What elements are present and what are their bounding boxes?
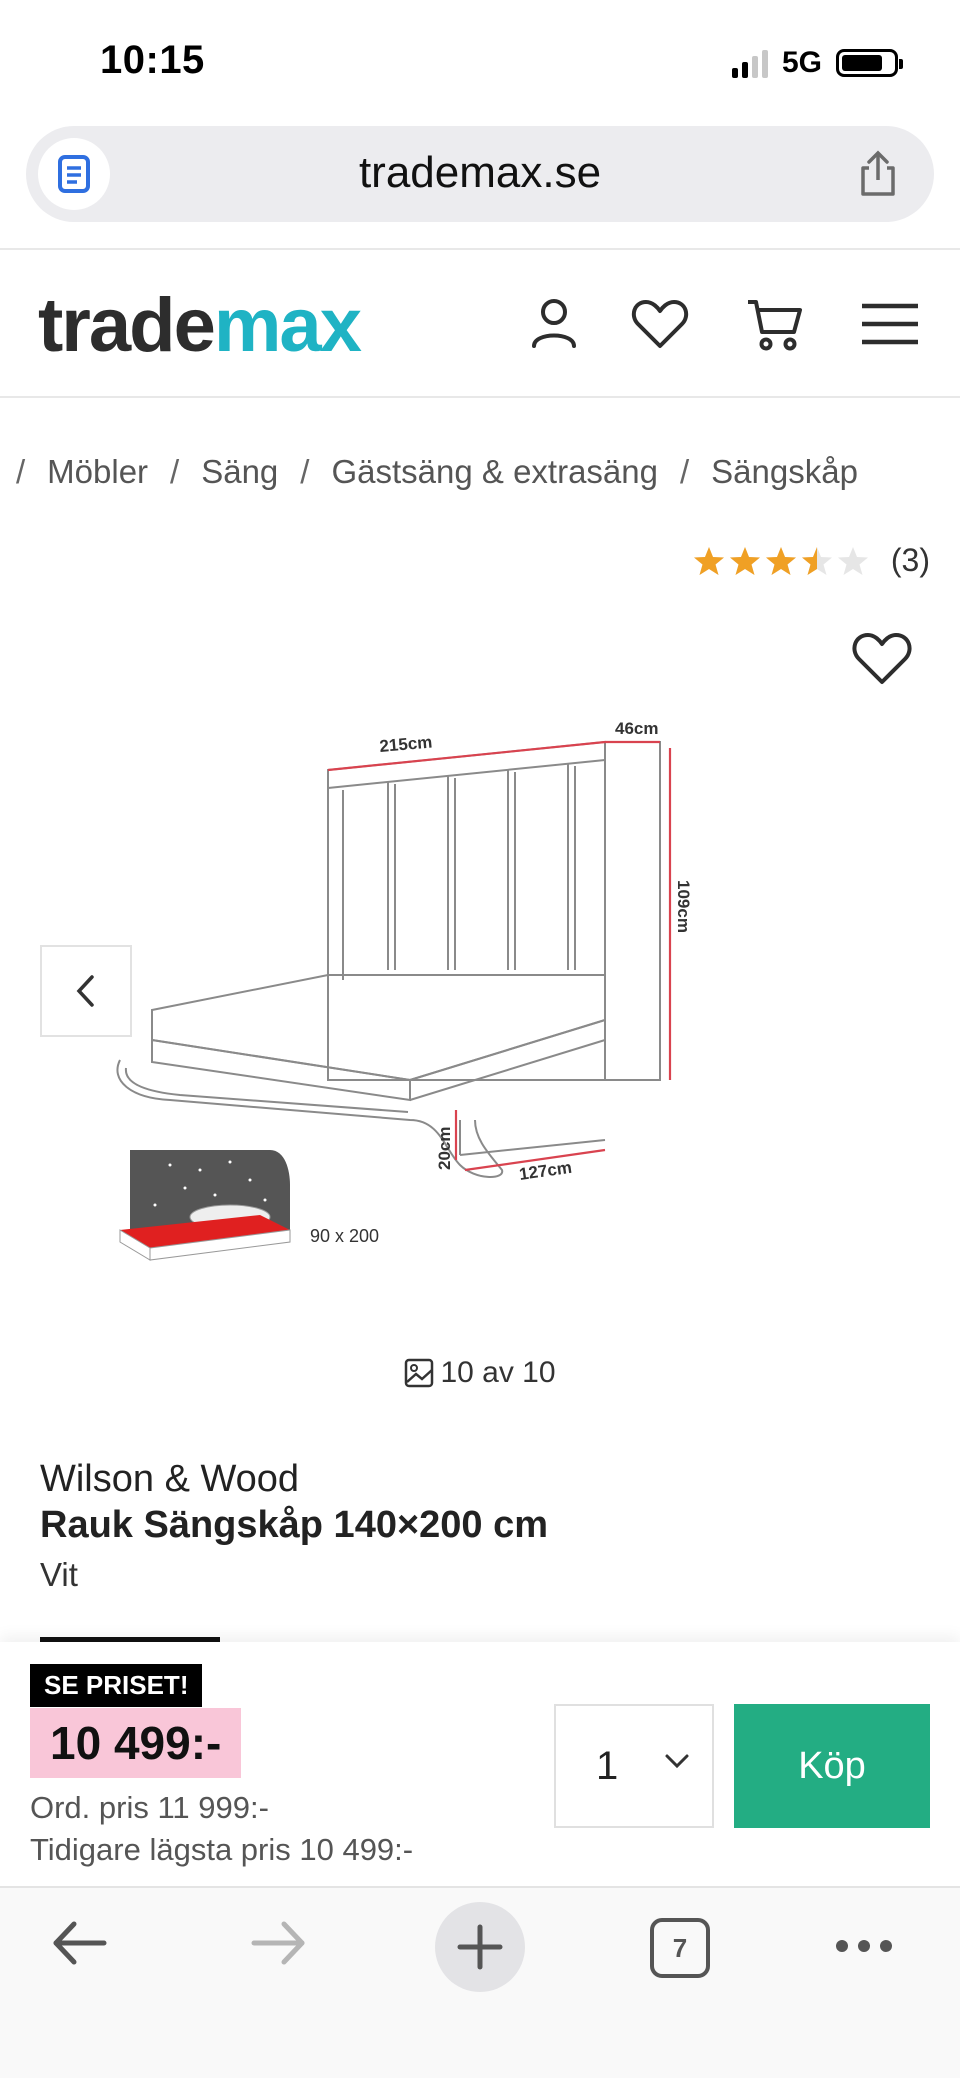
breadcrumb-item[interactable]: Gästsäng & extrasäng xyxy=(331,453,658,491)
product-image: 215cm 46cm 109cm 20cm 127cm 90 x 200 xyxy=(116,719,693,1261)
size-inset-illustration xyxy=(119,1150,291,1261)
plus-icon xyxy=(457,1924,503,1970)
chevron-left-icon xyxy=(76,975,94,1007)
image-counter: 10 av 10 xyxy=(0,1356,960,1390)
quantity-value: 1 xyxy=(596,1743,619,1788)
heart-icon[interactable] xyxy=(628,292,692,356)
star-icon xyxy=(729,546,760,575)
browser-toolbar: 7 xyxy=(0,1886,960,2078)
wishlist-heart-icon[interactable] xyxy=(848,626,916,690)
breadcrumb-item[interactable]: Möbler xyxy=(47,453,148,491)
account-icon[interactable] xyxy=(522,292,586,356)
signal-icon xyxy=(731,48,768,78)
star-icon xyxy=(801,546,832,575)
more-icon[interactable] xyxy=(834,1938,894,1954)
site-logo[interactable]: trademax xyxy=(38,282,362,369)
ordinary-price: Ord. pris 11 999:- xyxy=(30,1790,269,1825)
image-icon xyxy=(405,1358,434,1388)
price: 10 499:- xyxy=(30,1708,242,1778)
url-text[interactable]: trademax.se xyxy=(26,148,934,198)
product-brand[interactable]: Wilson & Wood xyxy=(40,1458,299,1501)
star-icon xyxy=(765,546,796,575)
breadcrumb-item[interactable]: Sängskåp xyxy=(711,453,858,491)
inset-size-label: 90 x 200 xyxy=(310,1226,379,1246)
lowest-price: Tidigare lägsta pris 10 499:- xyxy=(30,1832,414,1867)
star-icon xyxy=(837,546,868,575)
buy-button[interactable]: Köp xyxy=(734,1704,930,1828)
rating-count[interactable]: (3) xyxy=(891,542,930,579)
dim-leg-label: 20cm xyxy=(435,1127,454,1170)
sticky-buy-bar: SE PRISET! 10 499:- Ord. pris 11 999:- T… xyxy=(0,1642,960,1886)
forward-arrow-icon[interactable] xyxy=(248,1912,310,1974)
breadcrumb-item[interactable]: Säng xyxy=(201,453,278,491)
address-bar[interactable]: trademax.se xyxy=(26,126,934,222)
dim-height-label: 109cm xyxy=(674,880,693,933)
rating-stars xyxy=(693,545,869,577)
dim-depth-label: 46cm xyxy=(615,719,658,738)
dim-width-label: 215cm xyxy=(379,732,433,756)
tabs-button[interactable]: 7 xyxy=(650,1918,710,1978)
back-arrow-icon[interactable] xyxy=(48,1912,110,1974)
quantity-select[interactable]: 1 xyxy=(554,1704,714,1828)
new-tab-button[interactable] xyxy=(435,1902,525,1992)
product-title: Rauk Sängskåp 140×200 cm xyxy=(40,1504,549,1546)
breadcrumb: / Möbler / Säng / Gästsäng & extrasäng /… xyxy=(16,453,858,491)
menu-icon[interactable] xyxy=(858,292,922,356)
product-rating[interactable]: (3) xyxy=(693,542,930,579)
status-bar: 10:15 5G xyxy=(0,0,960,120)
cart-icon[interactable] xyxy=(744,292,808,356)
status-time: 10:15 xyxy=(100,38,205,82)
battery-icon xyxy=(836,49,903,77)
share-icon[interactable] xyxy=(852,148,904,200)
image-counter-text: 10 av 10 xyxy=(440,1356,556,1389)
product-variant: Vit xyxy=(40,1556,78,1593)
chevron-down-icon xyxy=(665,1754,689,1769)
promo-badge: SE PRISET! xyxy=(30,1664,203,1707)
divider xyxy=(0,396,960,398)
network-label: 5G xyxy=(781,46,822,79)
divider xyxy=(0,248,960,250)
star-icon xyxy=(693,546,724,575)
prev-image-button[interactable] xyxy=(40,945,132,1037)
status-indicators: 5G xyxy=(731,46,903,80)
